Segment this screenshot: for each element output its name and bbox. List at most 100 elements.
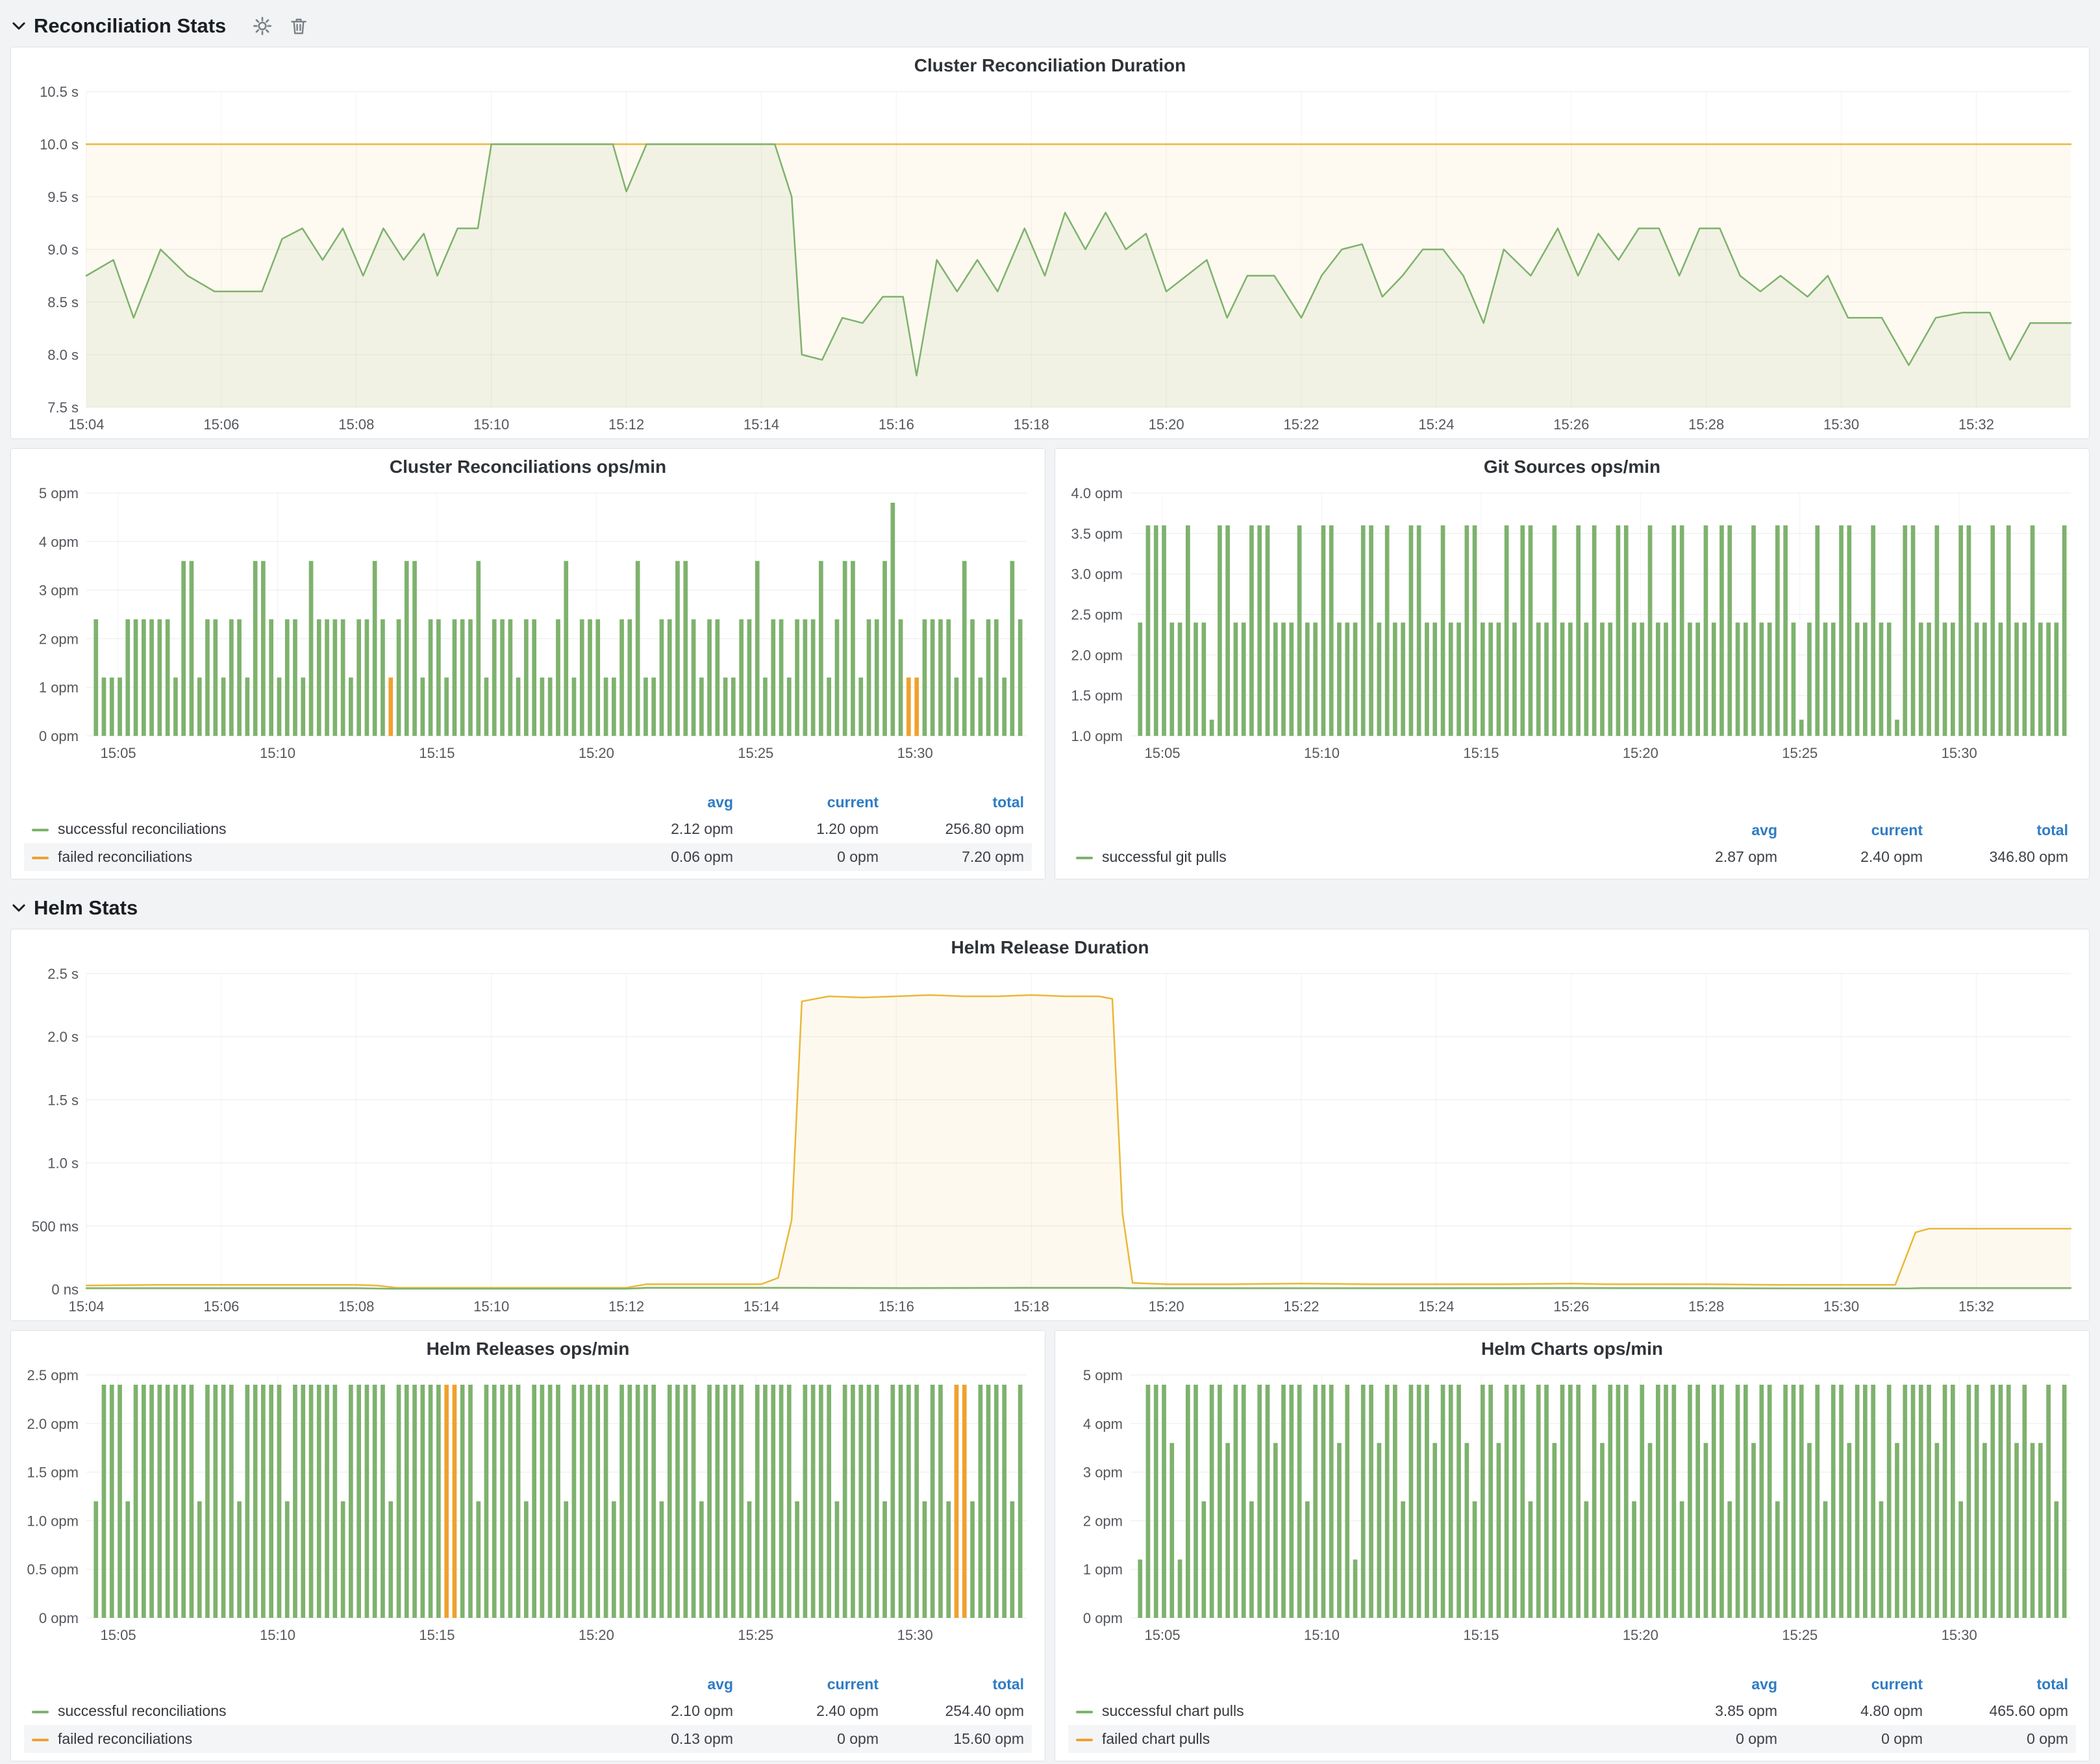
svg-text:10.5 s: 10.5 s — [40, 84, 79, 100]
gear-icon[interactable] — [252, 16, 273, 36]
helm-release-duration-chart[interactable]: 0 ns500 ms1.0 s1.5 s2.0 s2.5 s15:0415:06… — [11, 963, 2089, 1319]
panel-title[interactable]: Helm Releases ops/min — [11, 1331, 1045, 1365]
svg-text:1 opm: 1 opm — [39, 679, 79, 696]
svg-text:15:25: 15:25 — [738, 745, 773, 761]
legend-sort-total[interactable]: total — [886, 1672, 1032, 1697]
panel-title[interactable]: Helm Charts ops/min — [1055, 1331, 2089, 1365]
panel-row-reconciliation: Cluster Reconciliations ops/min 0 opm 1 o… — [10, 448, 2090, 879]
svg-text:3 opm: 3 opm — [1083, 1465, 1123, 1481]
section-title: Helm Stats — [34, 896, 138, 920]
legend-sort-current[interactable]: current — [741, 790, 886, 815]
legend: avgcurrenttotalsuccessful chart pulls3.8… — [1055, 1672, 2089, 1761]
legend-series-toggle[interactable]: successful reconciliations — [24, 1697, 595, 1725]
cluster-reconciliation-duration-chart[interactable]: 7.5 s8.0 s8.5 s9.0 s9.5 s10.0 s10.5 s15:… — [11, 81, 2089, 437]
svg-text:15:12: 15:12 — [608, 416, 644, 433]
legend-sort-current[interactable]: current — [1785, 818, 1931, 843]
svg-text:4 opm: 4 opm — [39, 534, 79, 550]
panel-git-sources-opm: Git Sources ops/min 1.0 opm1.5 opm2.0 op… — [1055, 448, 2090, 879]
svg-text:15:06: 15:06 — [203, 1298, 239, 1315]
svg-text:15:20: 15:20 — [579, 745, 614, 761]
legend-value: 0.06 opm — [595, 843, 741, 871]
helm-charts-opm-chart[interactable]: 0 opm1 opm2 opm3 opm4 opm5 opm15:0515:10… — [1055, 1365, 2089, 1648]
svg-text:15:10: 15:10 — [1304, 745, 1340, 761]
row-header-helm-stats[interactable]: Helm Stats — [10, 891, 2090, 925]
svg-text:15:15: 15:15 — [1463, 1627, 1499, 1643]
svg-text:15:10: 15:10 — [473, 416, 509, 433]
svg-text:0 opm: 0 opm — [39, 1610, 79, 1626]
legend-table: avgcurrenttotalsuccessful git pulls2.87 … — [1068, 818, 2076, 871]
legend-sort-avg[interactable]: avg — [1640, 1672, 1785, 1697]
svg-text:7.5 s: 7.5 s — [47, 399, 79, 416]
svg-text:9.5 s: 9.5 s — [47, 189, 79, 205]
svg-text:15:20: 15:20 — [1149, 416, 1184, 433]
svg-text:2 opm: 2 opm — [1083, 1513, 1123, 1529]
dashboard: Reconciliation Stats Cluster Reconciliat… — [10, 9, 2090, 1761]
helm-releases-opm-chart[interactable]: 0 opm0.5 opm1.0 opm1.5 opm2.0 opm2.5 opm… — [11, 1365, 1045, 1648]
trash-icon[interactable] — [288, 16, 309, 36]
legend-series-toggle[interactable]: successful chart pulls — [1068, 1697, 1640, 1725]
svg-text:15:10: 15:10 — [260, 745, 295, 761]
svg-text:15:25: 15:25 — [738, 1627, 773, 1643]
svg-text:3 opm: 3 opm — [39, 583, 79, 599]
svg-text:15:20: 15:20 — [1623, 1627, 1658, 1643]
legend-value: 2.12 opm — [595, 815, 741, 843]
legend-series-toggle[interactable]: successful reconciliations — [24, 815, 595, 843]
svg-text:15:18: 15:18 — [1014, 416, 1049, 433]
row-header-reconciliation-stats[interactable]: Reconciliation Stats — [10, 9, 2090, 43]
svg-text:15:30: 15:30 — [897, 1627, 933, 1643]
cluster-reconciliations-opm-chart[interactable]: 0 opm1 opm2 opm3 opm4 opm5 opm15:0515:10… — [11, 483, 1045, 766]
series-color-swatch — [32, 857, 49, 859]
svg-text:5 opm: 5 opm — [39, 485, 79, 501]
legend-row: failed reconciliations0.13 opm0 opm15.60… — [24, 1725, 1032, 1753]
svg-text:4 opm: 4 opm — [1083, 1416, 1123, 1432]
svg-text:15:05: 15:05 — [101, 1627, 136, 1643]
svg-text:3.5 opm: 3.5 opm — [1071, 525, 1123, 542]
legend-value: 1.20 opm — [741, 815, 886, 843]
svg-text:15:14: 15:14 — [744, 416, 779, 433]
legend-sort-avg[interactable]: avg — [595, 1672, 741, 1697]
legend-value: 15.60 opm — [886, 1725, 1032, 1753]
legend-series-toggle[interactable]: successful git pulls — [1068, 843, 1640, 871]
panel-title[interactable]: Cluster Reconciliations ops/min — [11, 449, 1045, 483]
legend-value: 256.80 opm — [886, 815, 1032, 843]
svg-text:15:30: 15:30 — [897, 745, 933, 761]
svg-text:15:25: 15:25 — [1782, 1627, 1818, 1643]
legend-value: 0 opm — [1931, 1725, 2076, 1753]
panel-row-helm: Helm Releases ops/min 0 opm0.5 opm1.0 op… — [10, 1330, 2090, 1761]
legend-spacer — [1068, 1672, 1640, 1697]
panel-title[interactable]: Git Sources ops/min — [1055, 449, 2089, 483]
legend-sort-current[interactable]: current — [741, 1672, 886, 1697]
legend-sort-total[interactable]: total — [1931, 818, 2076, 843]
svg-text:0 opm: 0 opm — [39, 728, 79, 744]
legend-sort-current[interactable]: current — [1785, 1672, 1931, 1697]
svg-text:1.5 opm: 1.5 opm — [1071, 688, 1123, 704]
legend-table: avgcurrenttotal successful reconciliation… — [24, 1672, 1032, 1753]
legend-value: 0 opm — [741, 1725, 886, 1753]
svg-text:15:30: 15:30 — [1823, 1298, 1859, 1315]
svg-text:500 ms: 500 ms — [32, 1218, 79, 1235]
legend-value: 254.40 opm — [886, 1697, 1032, 1725]
legend-series-toggle[interactable]: failed reconciliations — [24, 843, 595, 871]
git-sources-opm-chart[interactable]: 1.0 opm1.5 opm2.0 opm2.5 opm3.0 opm3.5 o… — [1055, 483, 2089, 766]
legend-series-toggle[interactable]: failed reconciliations — [24, 1725, 595, 1753]
legend-row: successful chart pulls3.85 opm4.80 opm46… — [1068, 1697, 2076, 1725]
svg-text:15:06: 15:06 — [203, 416, 239, 433]
legend-sort-total[interactable]: total — [1931, 1672, 2076, 1697]
svg-text:9.0 s: 9.0 s — [47, 242, 79, 258]
legend-row: failed chart pulls0 opm0 opm0 opm — [1068, 1725, 2076, 1753]
legend-value: 465.60 opm — [1931, 1697, 2076, 1725]
svg-text:0 ns: 0 ns — [51, 1281, 79, 1298]
svg-text:0 opm: 0 opm — [1083, 1610, 1123, 1626]
legend-series-toggle[interactable]: failed chart pulls — [1068, 1725, 1640, 1753]
svg-text:15:20: 15:20 — [579, 1627, 614, 1643]
svg-text:15:15: 15:15 — [419, 745, 455, 761]
svg-text:15:16: 15:16 — [879, 416, 914, 433]
legend-sort-total[interactable]: total — [886, 790, 1032, 815]
legend-sort-avg[interactable]: avg — [595, 790, 741, 815]
panel-title[interactable]: Cluster Reconciliation Duration — [11, 47, 2089, 81]
panel-title[interactable]: Helm Release Duration — [11, 929, 2089, 963]
legend-value: 4.80 opm — [1785, 1697, 1931, 1725]
legend-sort-avg[interactable]: avg — [1640, 818, 1785, 843]
svg-text:15:32: 15:32 — [1958, 416, 1994, 433]
svg-text:15:22: 15:22 — [1283, 416, 1319, 433]
